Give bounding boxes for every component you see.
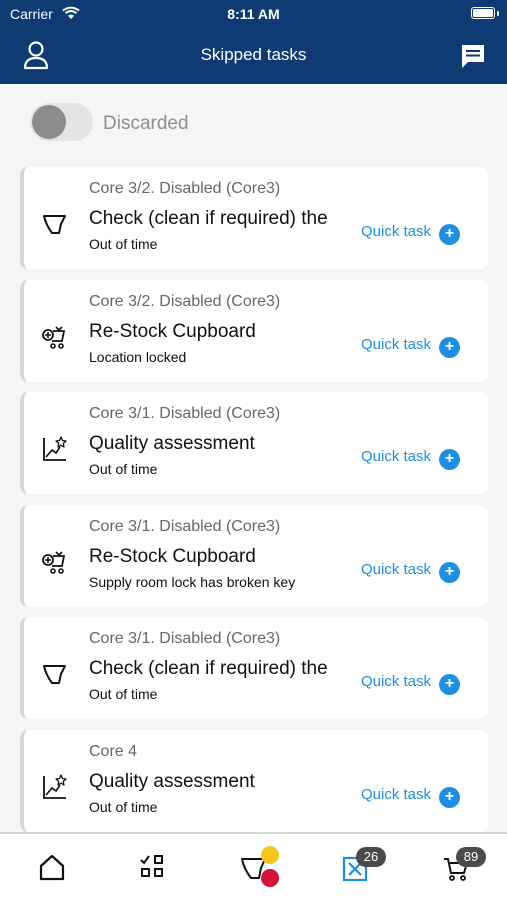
cart-tab[interactable]: 89 bbox=[440, 846, 490, 890]
task-location: Core 3/2. Disabled (Core3) bbox=[89, 292, 281, 310]
task-title: Re-Stock Cupboard bbox=[89, 545, 256, 567]
task-location: Core 3/1. Disabled (Core3) bbox=[89, 517, 281, 535]
task-reason: Out of time bbox=[89, 236, 158, 252]
discarded-filter: Discarded bbox=[30, 103, 330, 143]
add-quick-task-icon[interactable]: + bbox=[439, 674, 460, 695]
bottom-tab-bar: 26 89 bbox=[0, 832, 507, 900]
discarded-label: Discarded bbox=[103, 113, 189, 134]
quick-task-link[interactable]: Quick task bbox=[361, 561, 431, 578]
quality-chart-icon bbox=[43, 436, 67, 461]
add-quick-task-icon[interactable]: + bbox=[439, 224, 460, 245]
quick-task-link[interactable]: Quick task bbox=[361, 336, 431, 353]
status-dot-yellow bbox=[261, 846, 279, 864]
battery-icon bbox=[471, 7, 495, 19]
task-location: Core 3/1. Disabled (Core3) bbox=[89, 630, 281, 647]
restock-cart-icon bbox=[42, 325, 66, 349]
task-reason: Out of time bbox=[89, 798, 158, 815]
toilet-icon bbox=[43, 215, 66, 234]
status-dot-red bbox=[261, 869, 279, 887]
quick-task-link[interactable]: Quick task bbox=[361, 223, 431, 240]
add-quick-task-icon[interactable]: + bbox=[439, 561, 460, 583]
task-location: Core 4 bbox=[89, 742, 138, 760]
chat-icon[interactable] bbox=[459, 42, 487, 70]
quick-task-link[interactable]: Quick task bbox=[361, 673, 431, 690]
nav-bar: Skipped tasks bbox=[0, 28, 507, 84]
home-icon[interactable] bbox=[37, 852, 67, 882]
add-quick-task-icon[interactable]: + bbox=[439, 449, 460, 470]
task-reason: Out of time bbox=[89, 686, 158, 702]
task-card[interactable]: Core 3/2. Disabled (Core3) Check (clean … bbox=[20, 167, 488, 269]
task-card[interactable]: Core 4 Quality assessment Out of time Qu… bbox=[20, 729, 488, 832]
task-card[interactable]: Core 3/2. Disabled (Core3) Re-Stock Cupb… bbox=[20, 279, 488, 382]
app-header: Carrier 8:11 AM Skipped tasks bbox=[0, 0, 507, 84]
skipped-tasks-tab[interactable]: 26 bbox=[342, 846, 392, 890]
skipped-task-list: Core 3/2. Disabled (Core3) Check (clean … bbox=[20, 167, 488, 842]
task-title: Re-Stock Cupboard bbox=[89, 320, 256, 342]
add-quick-task-icon[interactable]: + bbox=[439, 786, 460, 808]
task-title: Quality assessment bbox=[89, 433, 255, 454]
task-reason: Out of time bbox=[89, 461, 158, 477]
quality-chart-icon bbox=[43, 773, 67, 799]
status-bar: Carrier 8:11 AM bbox=[0, 0, 507, 28]
cart-count-badge: 89 bbox=[456, 847, 486, 867]
task-title: Quality assessment bbox=[89, 770, 255, 792]
toggle-knob bbox=[32, 105, 66, 139]
add-quick-task-icon[interactable]: + bbox=[439, 336, 460, 358]
toilet-status-tab[interactable] bbox=[236, 846, 286, 890]
restock-cart-icon bbox=[42, 550, 66, 574]
task-title: Check (clean if required) the bbox=[89, 208, 328, 229]
quick-task-link[interactable]: Quick task bbox=[361, 786, 431, 803]
skipped-count-badge: 26 bbox=[356, 847, 386, 867]
task-card[interactable]: Core 3/1. Disabled (Core3) Re-Stock Cupb… bbox=[20, 504, 488, 607]
task-card[interactable]: Core 3/1. Disabled (Core3) Quality asses… bbox=[20, 392, 488, 494]
task-location: Core 3/1. Disabled (Core3) bbox=[89, 405, 281, 422]
task-card[interactable]: Core 3/1. Disabled (Core3) Check (clean … bbox=[20, 617, 488, 719]
task-reason: Supply room lock has broken key bbox=[89, 573, 296, 590]
task-reason: Location locked bbox=[89, 348, 187, 365]
toilet-icon bbox=[43, 665, 66, 684]
quick-task-link[interactable]: Quick task bbox=[361, 448, 431, 465]
discarded-toggle[interactable] bbox=[30, 103, 93, 141]
status-time: 8:11 AM bbox=[227, 6, 280, 22]
checklist-grid-icon[interactable] bbox=[138, 852, 168, 882]
task-location: Core 3/2. Disabled (Core3) bbox=[89, 180, 281, 197]
task-title: Check (clean if required) the bbox=[89, 658, 328, 679]
page-title: Skipped tasks bbox=[200, 45, 307, 64]
